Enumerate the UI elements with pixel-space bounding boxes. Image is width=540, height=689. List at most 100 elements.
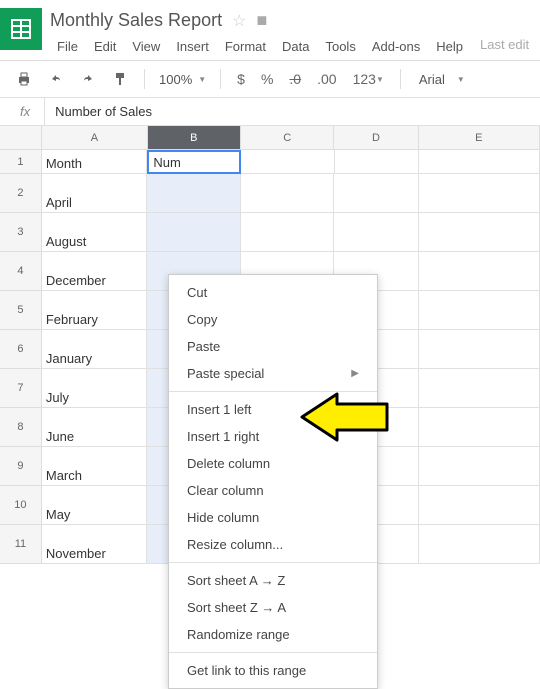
undo-icon[interactable] <box>42 67 70 91</box>
toolbar: 100%▼ $ % .0 .00 123 ▼ Arial▼ <box>0 61 540 98</box>
menu-view[interactable]: View <box>125 37 167 56</box>
row-header[interactable]: 11 <box>0 525 42 564</box>
menu-format[interactable]: Format <box>218 37 273 56</box>
menu-help[interactable]: Help <box>429 37 470 56</box>
font-select[interactable]: Arial▼ <box>411 70 473 89</box>
col-header-b[interactable]: B <box>148 126 241 150</box>
zoom-select[interactable]: 100%▼ <box>155 70 210 89</box>
row-header[interactable]: 6 <box>0 330 42 369</box>
cell-selected[interactable]: Num <box>147 150 241 174</box>
row-header[interactable]: 10 <box>0 486 42 525</box>
paint-format-icon[interactable] <box>106 67 134 91</box>
cell[interactable] <box>419 369 540 408</box>
cell[interactable]: Month <box>42 150 148 174</box>
sheets-logo[interactable] <box>0 8 42 50</box>
cell[interactable] <box>241 213 335 252</box>
ctx-get-link[interactable]: Get link to this range <box>169 657 377 684</box>
col-header-a[interactable]: A <box>42 126 148 150</box>
fx-label[interactable]: fx <box>0 98 45 125</box>
more-formats[interactable]: 123 ▼ <box>347 67 390 91</box>
formula-value[interactable]: Number of Sales <box>45 98 162 125</box>
ctx-hide-column[interactable]: Hide column <box>169 504 377 531</box>
context-menu: Cut Copy Paste Paste special▶ Insert 1 l… <box>168 274 378 689</box>
ctx-label: Sort sheet Z → A <box>187 600 286 615</box>
ctx-cut[interactable]: Cut <box>169 279 377 306</box>
select-all-corner[interactable] <box>0 126 42 150</box>
ctx-paste[interactable]: Paste <box>169 333 377 360</box>
cell[interactable] <box>241 174 335 213</box>
menu-file[interactable]: File <box>50 37 85 56</box>
last-edit[interactable]: Last edit <box>480 37 529 56</box>
menu-edit[interactable]: Edit <box>87 37 123 56</box>
header: Monthly Sales Report ☆ ■ File Edit View … <box>0 0 540 61</box>
cell[interactable] <box>419 525 540 564</box>
ctx-randomize[interactable]: Randomize range <box>169 621 377 648</box>
cell[interactable]: February <box>42 291 148 330</box>
menubar: File Edit View Insert Format Data Tools … <box>50 37 540 60</box>
cell[interactable] <box>419 213 540 252</box>
cell[interactable] <box>335 150 419 174</box>
cell[interactable]: December <box>42 252 148 291</box>
ctx-sort-za[interactable]: Sort sheet Z → A <box>169 594 377 621</box>
cell[interactable] <box>334 213 418 252</box>
menu-addons[interactable]: Add-ons <box>365 37 427 56</box>
ctx-label: Sort sheet A → Z <box>187 573 285 588</box>
cell[interactable]: August <box>42 213 148 252</box>
column-headers: A B C D E <box>0 126 540 150</box>
menu-data[interactable]: Data <box>275 37 316 56</box>
folder-icon[interactable]: ■ <box>256 10 267 31</box>
row-header[interactable]: 8 <box>0 408 42 447</box>
separator <box>144 69 145 89</box>
ctx-label: Paste special <box>187 366 264 381</box>
cell[interactable]: June <box>42 408 148 447</box>
cell[interactable] <box>419 291 540 330</box>
doc-title[interactable]: Monthly Sales Report <box>50 10 222 31</box>
cell[interactable]: January <box>42 330 148 369</box>
redo-icon[interactable] <box>74 67 102 91</box>
col-header-e[interactable]: E <box>419 126 540 150</box>
row-header[interactable]: 9 <box>0 447 42 486</box>
chevron-down-icon: ▼ <box>198 75 206 84</box>
row-header[interactable]: 7 <box>0 369 42 408</box>
ctx-sort-az[interactable]: Sort sheet A → Z <box>169 567 377 594</box>
print-icon[interactable] <box>10 67 38 91</box>
cell[interactable] <box>241 150 334 174</box>
cell[interactable] <box>419 150 540 174</box>
ctx-label: Paste <box>187 339 220 354</box>
cell[interactable] <box>419 447 540 486</box>
cell[interactable] <box>419 408 540 447</box>
row-header[interactable]: 2 <box>0 174 42 213</box>
cell[interactable]: May <box>42 486 148 525</box>
cell[interactable] <box>334 174 418 213</box>
increase-decimal[interactable]: .00 <box>311 67 342 91</box>
format-percent[interactable]: % <box>255 67 279 91</box>
cell[interactable] <box>147 174 241 213</box>
cell[interactable]: March <box>42 447 148 486</box>
decrease-decimal[interactable]: .0 <box>283 67 307 91</box>
cell[interactable]: April <box>42 174 148 213</box>
col-header-d[interactable]: D <box>334 126 418 150</box>
star-icon[interactable]: ☆ <box>232 11 246 31</box>
ctx-paste-special[interactable]: Paste special▶ <box>169 360 377 387</box>
menu-tools[interactable]: Tools <box>318 37 362 56</box>
ctx-resize-column[interactable]: Resize column... <box>169 531 377 558</box>
row-header[interactable]: 4 <box>0 252 42 291</box>
row-header[interactable]: 3 <box>0 213 42 252</box>
cell[interactable] <box>419 486 540 525</box>
cell[interactable] <box>419 252 540 291</box>
format-currency[interactable]: $ <box>231 67 251 91</box>
cell[interactable] <box>419 174 540 213</box>
cell[interactable] <box>419 330 540 369</box>
col-header-c[interactable]: C <box>241 126 334 150</box>
menu-insert[interactable]: Insert <box>169 37 216 56</box>
spreadsheet: A B C D E 1 Month Num 2April 3August 4De… <box>0 126 540 564</box>
ctx-copy[interactable]: Copy <box>169 306 377 333</box>
ctx-clear-column[interactable]: Clear column <box>169 477 377 504</box>
cell[interactable] <box>147 213 241 252</box>
cell[interactable]: July <box>42 369 148 408</box>
row-header[interactable]: 1 <box>0 150 42 174</box>
cell[interactable]: November <box>42 525 148 564</box>
ctx-delete-column[interactable]: Delete column <box>169 450 377 477</box>
separator <box>169 562 377 563</box>
row-header[interactable]: 5 <box>0 291 42 330</box>
